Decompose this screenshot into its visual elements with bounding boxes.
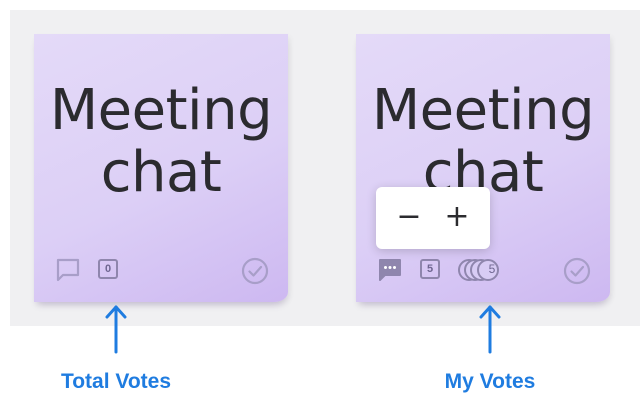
arrow-up-icon xyxy=(479,305,501,354)
note-footer: 5 5 xyxy=(376,256,592,285)
arrow-up-icon xyxy=(105,305,127,354)
vote-stepper: − + xyxy=(376,187,490,249)
comment-filled-icon[interactable] xyxy=(376,256,404,289)
sticky-note[interactable]: Meeting chat 0 xyxy=(34,34,288,302)
total-votes-count: 5 xyxy=(420,259,440,279)
sticky-note[interactable]: Meeting chat 5 5 xyxy=(356,34,610,302)
my-votes-count: 5 xyxy=(488,262,496,276)
check-circle-icon[interactable] xyxy=(240,256,270,291)
total-votes-caption: Total Votes xyxy=(60,370,172,393)
note-title: Meeting chat xyxy=(371,78,595,205)
note-footer: 0 xyxy=(54,256,270,285)
total-votes-count: 0 xyxy=(98,259,118,279)
check-circle-icon[interactable] xyxy=(562,256,592,291)
my-votes-caption: My Votes xyxy=(444,370,536,393)
note-title: Meeting chat xyxy=(49,78,273,205)
comment-icon[interactable] xyxy=(54,256,82,289)
decrement-vote-button[interactable]: − xyxy=(390,199,428,237)
increment-vote-button[interactable]: + xyxy=(438,199,476,237)
